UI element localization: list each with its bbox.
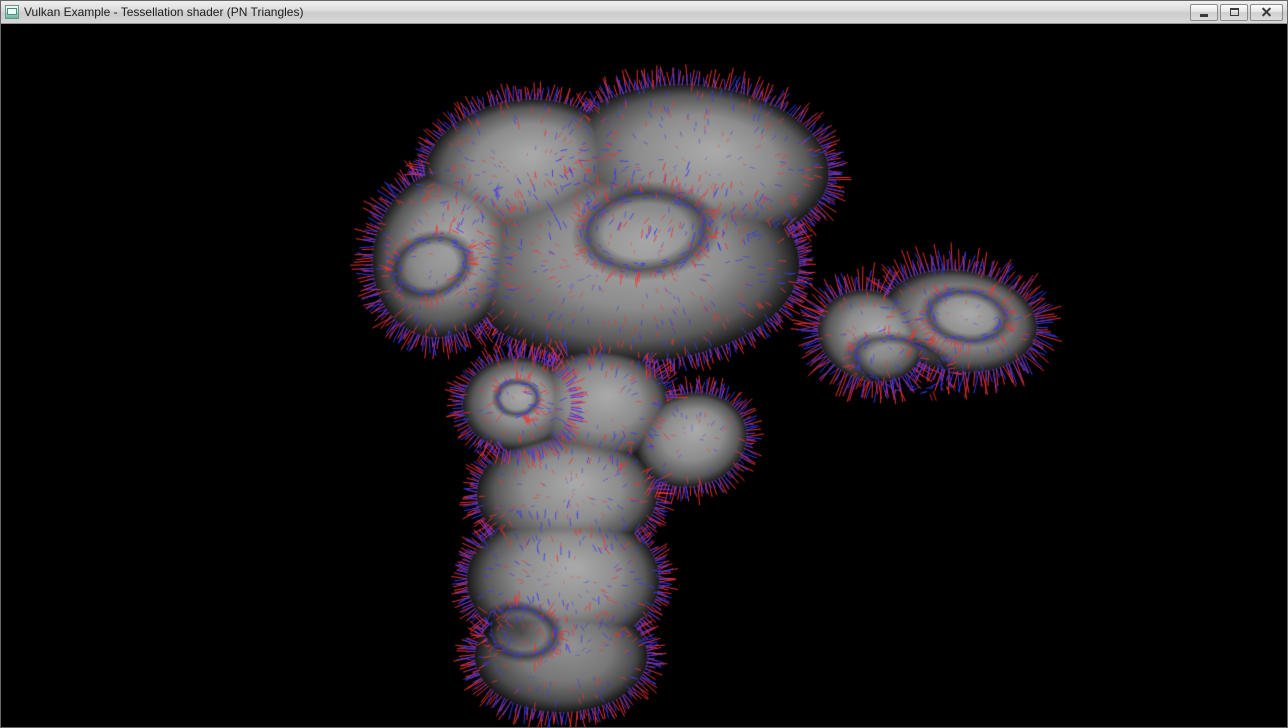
window-controls xyxy=(1190,4,1283,21)
close-icon xyxy=(1261,7,1272,18)
minimize-button[interactable] xyxy=(1190,4,1218,21)
viewport-canvas[interactable] xyxy=(1,24,1287,727)
close-button[interactable] xyxy=(1250,4,1283,21)
app-icon-inner xyxy=(7,8,17,15)
maximize-button[interactable] xyxy=(1220,4,1248,21)
app-icon xyxy=(5,5,19,19)
titlebar[interactable]: Vulkan Example - Tessellation shader (PN… xyxy=(1,1,1287,24)
minimize-icon xyxy=(1200,14,1208,17)
window-title: Vulkan Example - Tessellation shader (PN… xyxy=(24,1,1185,23)
app-window: Vulkan Example - Tessellation shader (PN… xyxy=(0,0,1288,728)
maximize-icon xyxy=(1230,8,1239,16)
